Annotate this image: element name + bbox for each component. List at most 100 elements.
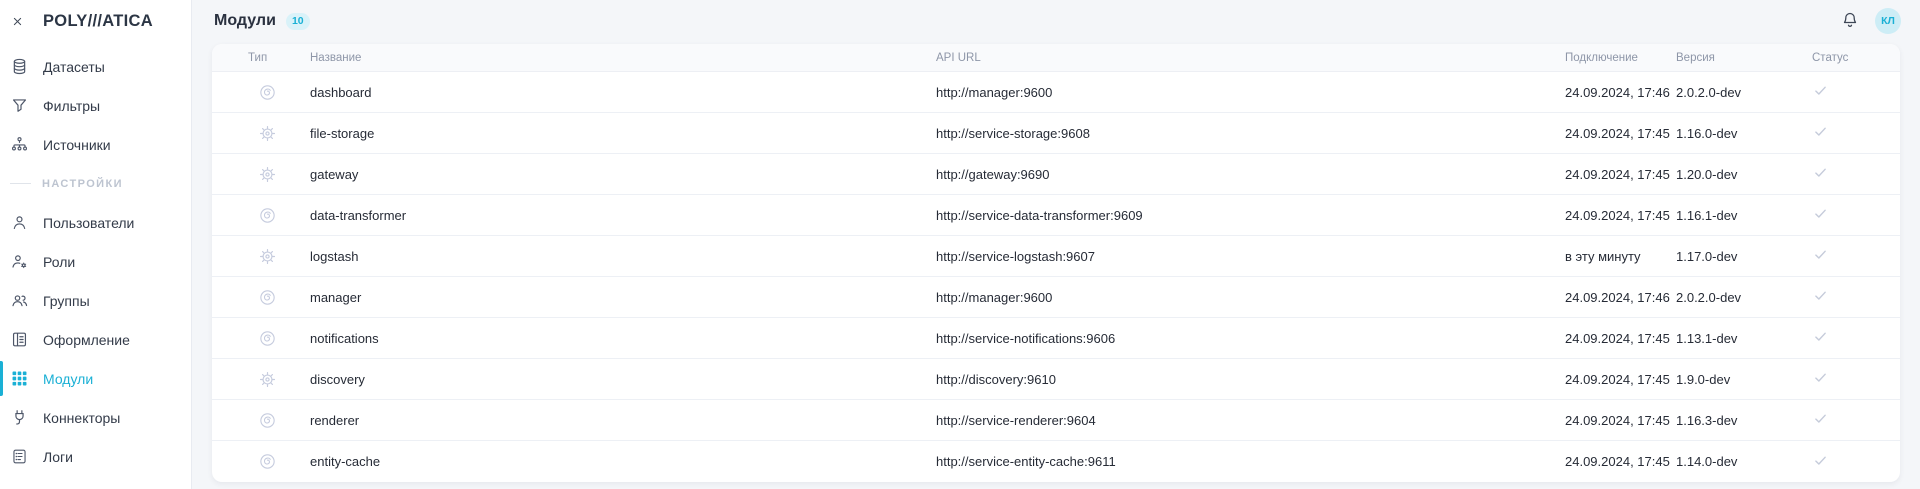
module-version: 1.13.1-dev: [1676, 331, 1800, 346]
module-name: gateway: [310, 167, 936, 182]
module-api-url: http://service-data-transformer:9609: [936, 208, 1565, 223]
column-version: Версия: [1676, 52, 1800, 64]
sidebar-item-roles[interactable]: Роли: [0, 242, 191, 281]
logs-icon: [10, 447, 29, 466]
module-name: notifications: [310, 331, 936, 346]
sidebar-item-sources[interactable]: Источники: [0, 125, 191, 164]
table-row[interactable]: notificationshttp://service-notification…: [212, 318, 1900, 359]
table-header: Тип Название API URL Подключение Версия …: [212, 44, 1900, 72]
module-name: entity-cache: [310, 454, 936, 469]
module-connection: 24.09.2024, 17:45: [1565, 454, 1676, 469]
table-row[interactable]: data-transformerhttp://service-data-tran…: [212, 195, 1900, 236]
status-check-icon: [1812, 410, 1829, 427]
modules-icon: [10, 369, 29, 388]
module-logo-icon: [258, 206, 277, 225]
module-logo-icon: [258, 452, 277, 471]
status-check-icon: [1812, 164, 1829, 181]
column-type: Тип: [248, 52, 310, 64]
table-row[interactable]: gatewayhttp://gateway:969024.09.2024, 17…: [212, 154, 1900, 195]
status-check-icon: [1812, 82, 1829, 99]
table-row[interactable]: managerhttp://manager:960024.09.2024, 17…: [212, 277, 1900, 318]
table-row[interactable]: discoveryhttp://discovery:961024.09.2024…: [212, 359, 1900, 400]
gear-icon: [258, 247, 277, 266]
module-logo-icon: [258, 329, 277, 348]
role-icon: [10, 252, 29, 271]
bell-icon[interactable]: [1840, 10, 1862, 32]
main-area: Модули 10 КЛ Тип Название API URL Подклю…: [192, 0, 1920, 489]
database-icon: [10, 57, 29, 76]
sidebar-item-groups[interactable]: Группы: [0, 281, 191, 320]
module-connection: 24.09.2024, 17:46: [1565, 290, 1676, 305]
table-row[interactable]: rendererhttp://service-renderer:960424.0…: [212, 400, 1900, 441]
modules-table: Тип Название API URL Подключение Версия …: [212, 44, 1900, 482]
plug-icon: [10, 408, 29, 427]
status-check-icon: [1812, 369, 1829, 386]
module-name: manager: [310, 290, 936, 305]
gear-icon: [258, 124, 277, 143]
gear-icon: [258, 370, 277, 389]
sidebar-item-logs[interactable]: Логи: [0, 437, 191, 476]
module-connection: 24.09.2024, 17:45: [1565, 331, 1676, 346]
module-name: file-storage: [310, 126, 936, 141]
table-row[interactable]: file-storagehttp://service-storage:96082…: [212, 113, 1900, 154]
module-version: 1.16.1-dev: [1676, 208, 1800, 223]
sidebar-item-filters[interactable]: Фильтры: [0, 86, 191, 125]
sidebar: POLY///ATICA ДатасетыФильтрыИсточникиНАС…: [0, 0, 192, 489]
module-api-url: http://manager:9600: [936, 290, 1565, 305]
module-api-url: http://service-logstash:9607: [936, 249, 1565, 264]
module-connection: 24.09.2024, 17:45: [1565, 208, 1676, 223]
module-name: discovery: [310, 372, 936, 387]
module-logo-icon: [258, 288, 277, 307]
column-api-url: API URL: [936, 52, 1565, 64]
gear-icon: [258, 165, 277, 184]
status-check-icon: [1812, 452, 1829, 469]
sidebar-item-datasets[interactable]: Датасеты: [0, 47, 191, 86]
page-title: Модули: [214, 12, 276, 30]
module-connection: 24.09.2024, 17:45: [1565, 413, 1676, 428]
column-status: Статус: [1800, 52, 1900, 64]
user-icon: [10, 213, 29, 232]
module-version: 1.9.0-dev: [1676, 372, 1800, 387]
module-version: 1.20.0-dev: [1676, 167, 1800, 182]
sidebar-item-connectors[interactable]: Коннекторы: [0, 398, 191, 437]
filter-icon: [10, 96, 29, 115]
module-version: 1.14.0-dev: [1676, 454, 1800, 469]
sidebar-nav: ДатасетыФильтрыИсточникиНАСТРОЙКИПользов…: [0, 42, 191, 476]
module-name: logstash: [310, 249, 936, 264]
modules-count-badge: 10: [286, 13, 310, 30]
module-api-url: http://manager:9600: [936, 85, 1565, 100]
module-connection: 24.09.2024, 17:46: [1565, 85, 1676, 100]
module-api-url: http://discovery:9610: [936, 372, 1565, 387]
layout-icon: [10, 330, 29, 349]
module-api-url: http://service-storage:9608: [936, 126, 1565, 141]
avatar[interactable]: КЛ: [1875, 8, 1901, 34]
status-check-icon: [1812, 123, 1829, 140]
module-logo-icon: [258, 83, 277, 102]
module-api-url: http://gateway:9690: [936, 167, 1565, 182]
status-check-icon: [1812, 205, 1829, 222]
sidebar-section-label: НАСТРОЙКИ: [0, 164, 191, 203]
brand-logo: POLY///ATICA: [43, 12, 153, 31]
brand-row: POLY///ATICA: [0, 0, 191, 42]
status-check-icon: [1812, 287, 1829, 304]
table-row[interactable]: logstashhttp://service-logstash:9607в эт…: [212, 236, 1900, 277]
module-api-url: http://service-entity-cache:9611: [936, 454, 1565, 469]
status-check-icon: [1812, 328, 1829, 345]
sidebar-item-modules[interactable]: Модули: [0, 359, 191, 398]
column-connection: Подключение: [1565, 52, 1676, 64]
sidebar-item-appearance[interactable]: Оформление: [0, 320, 191, 359]
group-icon: [10, 291, 29, 310]
module-name: dashboard: [310, 85, 936, 100]
table-row[interactable]: entity-cachehttp://service-entity-cache:…: [212, 441, 1900, 482]
table-row[interactable]: dashboardhttp://manager:960024.09.2024, …: [212, 72, 1900, 113]
module-version: 1.16.3-dev: [1676, 413, 1800, 428]
sidebar-item-users[interactable]: Пользователи: [0, 203, 191, 242]
module-connection: 24.09.2024, 17:45: [1565, 167, 1676, 182]
module-name: renderer: [310, 413, 936, 428]
close-icon[interactable]: [8, 12, 26, 30]
module-version: 1.16.0-dev: [1676, 126, 1800, 141]
topbar: Модули 10 КЛ: [192, 0, 1920, 42]
module-api-url: http://service-renderer:9604: [936, 413, 1565, 428]
module-connection: 24.09.2024, 17:45: [1565, 372, 1676, 387]
sources-icon: [10, 135, 29, 154]
